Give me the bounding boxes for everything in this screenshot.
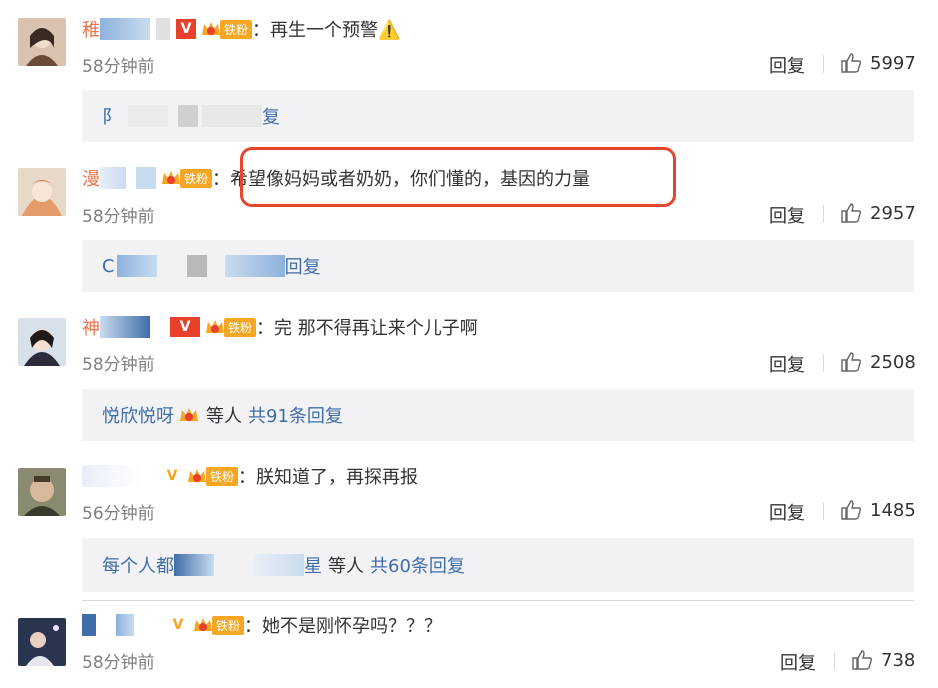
- timestamp: 58分钟前: [82, 653, 155, 673]
- reply-author[interactable]: 每个人都: [102, 552, 174, 578]
- like-count: 2957: [870, 202, 916, 224]
- blurred-name: [156, 18, 170, 40]
- timestamp: 58分钟前: [82, 57, 155, 77]
- like-button[interactable]: 738: [851, 649, 915, 671]
- crown-badge-icon: [178, 405, 200, 425]
- like-count: 2508: [870, 351, 916, 373]
- reply-button[interactable]: 回复: [769, 202, 805, 228]
- v-badge-icon: V: [170, 317, 200, 337]
- like-count: 1485: [870, 499, 916, 521]
- crown-badge-icon: 铁粉: [200, 19, 253, 39]
- avatar[interactable]: [18, 468, 66, 516]
- reply-button[interactable]: 回复: [780, 649, 816, 675]
- reply-button[interactable]: 回复: [769, 351, 805, 377]
- crown-badge-icon: 铁粉: [186, 466, 239, 486]
- v-badge-icon: V: [166, 468, 178, 484]
- v-badge-icon: V: [176, 19, 196, 39]
- avatar[interactable]: [18, 168, 66, 216]
- username[interactable]: 神: [82, 314, 100, 340]
- reply-button[interactable]: 回复: [769, 499, 805, 525]
- divider: [823, 354, 824, 372]
- avatar[interactable]: [18, 18, 66, 66]
- v-badge-icon: V: [172, 617, 184, 633]
- comment-text: 她不是刚怀孕吗？？？: [262, 616, 443, 637]
- like-count: 738: [881, 649, 916, 671]
- thumbs-up-icon: [852, 650, 873, 670]
- avatar[interactable]: [18, 318, 66, 366]
- thumbs-up-icon: [841, 203, 862, 223]
- timestamp: 58分钟前: [82, 355, 155, 375]
- like-button[interactable]: 2957: [840, 202, 916, 224]
- thumbs-up-icon: [841, 53, 862, 73]
- reply-count-link[interactable]: 共60条回复: [370, 552, 465, 578]
- highlight-box: [240, 147, 676, 207]
- like-count: 5997: [870, 52, 916, 74]
- avatar[interactable]: [18, 618, 66, 666]
- comment-text: 完 那不得再让来个儿子啊: [274, 318, 478, 339]
- reply-count-link[interactable]: 共91条回复: [248, 402, 343, 428]
- comment-text: 朕知道了，再探再报: [256, 467, 419, 488]
- crown-badge-icon: 铁粉: [192, 615, 245, 635]
- timestamp: 56分钟前: [82, 504, 155, 524]
- sub-reply-box[interactable]: 悦欣悦呀 等人 共91条回复: [82, 389, 914, 441]
- sub-reply-box[interactable]: C 回复: [82, 240, 914, 292]
- divider: [82, 600, 914, 601]
- username[interactable]: 漫: [82, 165, 100, 191]
- reply-author[interactable]: 悦欣悦呀: [102, 402, 174, 428]
- comment-text: 再生一个预警⚠️: [270, 20, 401, 41]
- crown-badge-icon: 铁粉: [204, 317, 257, 337]
- divider: [823, 502, 824, 520]
- like-button[interactable]: 1485: [840, 499, 916, 521]
- divider: [834, 652, 835, 670]
- crown-badge-icon: 铁粉: [160, 168, 213, 188]
- timestamp: 58分钟前: [82, 207, 155, 227]
- thumbs-up-icon: [841, 352, 862, 372]
- sub-reply-box[interactable]: 每个人都 星 等人 共60条回复: [82, 538, 914, 592]
- blurred-name: [100, 18, 150, 40]
- like-button[interactable]: 5997: [840, 52, 916, 74]
- sub-reply-box[interactable]: 阝 复: [82, 90, 914, 142]
- thumbs-up-icon: [841, 500, 862, 520]
- username[interactable]: 稚: [82, 16, 100, 42]
- divider: [823, 205, 824, 223]
- reply-button[interactable]: 回复: [769, 52, 805, 78]
- divider: [823, 55, 824, 73]
- like-button[interactable]: 2508: [840, 351, 916, 373]
